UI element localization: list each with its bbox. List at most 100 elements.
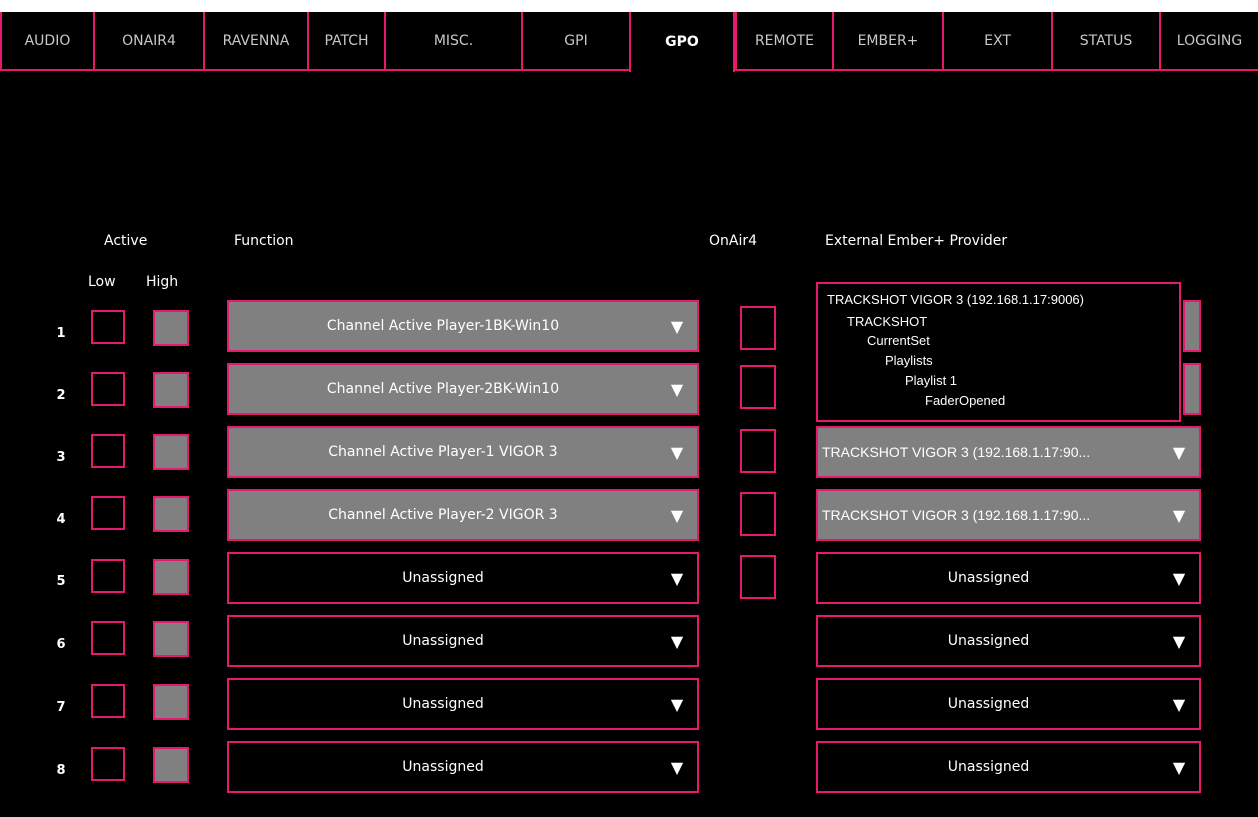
row-number: 7 <box>56 700 66 715</box>
dropdown-arrow-icon: ▼ <box>670 568 684 588</box>
function-value: Unassigned <box>402 633 484 649</box>
tab-logging[interactable]: LOGGING <box>1159 12 1258 70</box>
function-dropdown[interactable]: Unassigned ▼ <box>227 678 699 730</box>
active-high-checkbox[interactable] <box>153 684 189 720</box>
active-low-checkbox[interactable] <box>91 559 125 593</box>
dropdown-arrow-icon: ▼ <box>1172 505 1186 525</box>
function-value: Channel Active Player-2 VIGOR 3 <box>328 507 558 523</box>
tab-underline <box>0 69 631 71</box>
onair4-checkbox[interactable] <box>740 492 776 536</box>
tree-item-trackshot[interactable]: TRACKSHOT <box>847 314 927 329</box>
active-high-checkbox[interactable] <box>153 496 189 532</box>
active-high-checkbox[interactable] <box>153 621 189 657</box>
active-low-checkbox[interactable] <box>91 496 125 530</box>
function-dropdown[interactable]: Channel Active Player-2BK-Win10 ▼ <box>227 363 699 415</box>
low-header: Low <box>88 274 116 290</box>
row-number: 2 <box>56 388 66 403</box>
active-header: Active <box>104 233 148 249</box>
onair4-checkbox[interactable] <box>740 365 776 409</box>
function-value: Unassigned <box>402 759 484 775</box>
onair4-checkbox[interactable] <box>740 306 776 350</box>
active-high-checkbox[interactable] <box>153 372 189 408</box>
active-low-checkbox[interactable] <box>91 434 125 468</box>
row-number: 8 <box>56 763 66 778</box>
function-value: Unassigned <box>402 570 484 586</box>
active-low-checkbox[interactable] <box>91 684 125 718</box>
tree-item-provider[interactable]: TRACKSHOT VIGOR 3 (192.168.1.17:9006) <box>827 292 1084 307</box>
dropdown-arrow-icon: ▼ <box>1172 694 1186 714</box>
ext-provider-dropdown[interactable] <box>1183 300 1201 352</box>
dropdown-arrow-icon: ▼ <box>670 442 684 462</box>
tab-misc[interactable]: MISC. <box>384 12 521 70</box>
active-low-checkbox[interactable] <box>91 310 125 344</box>
provider-value: TRACKSHOT VIGOR 3 (192.168.1.17:90... <box>822 507 1091 523</box>
row-number: 1 <box>56 326 66 341</box>
function-dropdown[interactable]: Channel Active Player-1BK-Win10 ▼ <box>227 300 699 352</box>
function-dropdown[interactable]: Unassigned ▼ <box>227 552 699 604</box>
tree-item-playlist-1[interactable]: Playlist 1 <box>905 373 957 388</box>
provider-value: Unassigned <box>947 759 1030 775</box>
active-low-checkbox[interactable] <box>91 372 125 406</box>
function-value: Channel Active Player-2BK-Win10 <box>326 381 560 397</box>
dropdown-arrow-icon: ▼ <box>1172 757 1186 777</box>
provider-value: Unassigned <box>947 633 1030 649</box>
tree-item-faderopened[interactable]: FaderOpened <box>925 393 1005 408</box>
dropdown-arrow-icon: ▼ <box>670 379 684 399</box>
ext-provider-dropdown[interactable]: Unassigned ▼ <box>816 678 1201 730</box>
function-value: Unassigned <box>402 696 484 712</box>
dropdown-arrow-icon: ▼ <box>670 316 684 336</box>
function-dropdown[interactable]: Channel Active Player-2 VIGOR 3 ▼ <box>227 489 699 541</box>
onair4-checkbox[interactable] <box>740 429 776 473</box>
ember-tree-popup[interactable]: TRACKSHOT VIGOR 3 (192.168.1.17:9006) TR… <box>816 282 1181 422</box>
function-value: Channel Active Player-1BK-Win10 <box>326 318 560 334</box>
tab-patch[interactable]: PATCH <box>307 12 384 70</box>
tree-item-playlists[interactable]: Playlists <box>885 353 933 368</box>
row-number: 3 <box>56 450 66 465</box>
function-dropdown[interactable]: Unassigned ▼ <box>227 615 699 667</box>
tab-remote[interactable]: REMOTE <box>735 12 832 70</box>
function-header: Function <box>234 233 294 249</box>
ext-provider-dropdown[interactable]: TRACKSHOT VIGOR 3 (192.168.1.17:90... ▼ <box>816 426 1201 478</box>
dropdown-arrow-icon: ▼ <box>1172 442 1186 462</box>
tree-item-currentset[interactable]: CurrentSet <box>867 333 930 348</box>
function-dropdown[interactable]: Channel Active Player-1 VIGOR 3 ▼ <box>227 426 699 478</box>
provider-value: TRACKSHOT VIGOR 3 (192.168.1.17:90... <box>822 444 1091 460</box>
ext-provider-header: External Ember+ Provider <box>825 233 1008 249</box>
row-number: 5 <box>56 574 66 589</box>
provider-value: Unassigned <box>947 570 1030 586</box>
provider-value: Unassigned <box>947 696 1030 712</box>
dropdown-arrow-icon: ▼ <box>670 505 684 525</box>
tab-status[interactable]: STATUS <box>1051 12 1159 70</box>
row-number: 6 <box>56 637 66 652</box>
tab-gpi[interactable]: GPI <box>521 12 629 70</box>
ext-provider-dropdown[interactable]: TRACKSHOT VIGOR 3 (192.168.1.17:90... ▼ <box>816 489 1201 541</box>
dropdown-arrow-icon: ▼ <box>670 694 684 714</box>
onair4-checkbox[interactable] <box>740 555 776 599</box>
tab-gpo[interactable]: GPO <box>629 12 735 72</box>
tab-ext[interactable]: EXT <box>942 12 1051 70</box>
tab-ember[interactable]: EMBER+ <box>832 12 942 70</box>
ext-provider-dropdown[interactable]: Unassigned ▼ <box>816 552 1201 604</box>
active-high-checkbox[interactable] <box>153 434 189 470</box>
tab-audio[interactable]: AUDIO <box>0 12 93 70</box>
dropdown-arrow-icon: ▼ <box>670 757 684 777</box>
tab-ravenna[interactable]: RAVENNA <box>203 12 307 70</box>
onair4-header: OnAir4 <box>709 233 758 249</box>
function-dropdown[interactable]: Unassigned ▼ <box>227 741 699 793</box>
active-high-checkbox[interactable] <box>153 559 189 595</box>
ext-provider-dropdown[interactable]: Unassigned ▼ <box>816 615 1201 667</box>
active-high-checkbox[interactable] <box>153 747 189 783</box>
high-header: High <box>146 274 179 290</box>
active-low-checkbox[interactable] <box>91 621 125 655</box>
active-low-checkbox[interactable] <box>91 747 125 781</box>
function-value: Channel Active Player-1 VIGOR 3 <box>328 444 558 460</box>
ext-provider-dropdown[interactable]: Unassigned ▼ <box>816 741 1201 793</box>
tab-onair4[interactable]: ONAIR4 <box>93 12 203 70</box>
gpo-settings-screen: AUDIO ONAIR4 RAVENNA PATCH MISC. GPI GPO… <box>0 12 1258 817</box>
ext-provider-dropdown[interactable] <box>1183 363 1201 415</box>
active-high-checkbox[interactable] <box>153 310 189 346</box>
dropdown-arrow-icon: ▼ <box>670 631 684 651</box>
row-number: 4 <box>56 512 66 527</box>
dropdown-arrow-icon: ▼ <box>1172 568 1186 588</box>
dropdown-arrow-icon: ▼ <box>1172 631 1186 651</box>
